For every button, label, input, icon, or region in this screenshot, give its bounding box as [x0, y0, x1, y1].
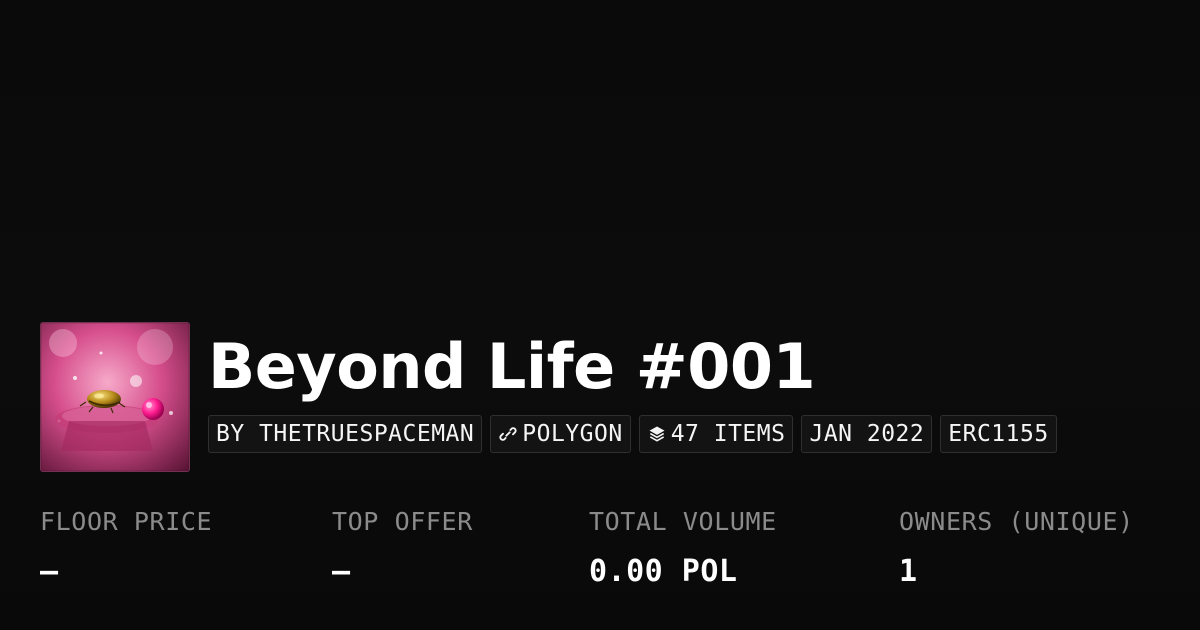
chain-label: POLYGON	[522, 421, 623, 447]
stat-total-volume-value: 0.00 POL	[589, 554, 738, 589]
date-label: JAN 2022	[809, 421, 925, 447]
stat-floor-price-value: –	[40, 554, 59, 589]
stat-owners-label: OWNERS (UNIQUE)	[899, 507, 1134, 536]
items-chip: 47 ITEMS	[638, 415, 794, 453]
collection-header-text: Beyond Life #001 BY THETRUESPACEMAN POLY…	[208, 322, 1057, 453]
date-chip: JAN 2022	[801, 415, 933, 453]
standard-label: ERC1155	[948, 421, 1049, 447]
polygon-link-icon	[498, 424, 518, 444]
collection-title: Beyond Life #001	[208, 330, 816, 403]
stat-total-volume: TOTAL VOLUME 0.00 POL	[589, 505, 777, 589]
collection-header: Beyond Life #001 BY THETRUESPACEMAN POLY…	[40, 322, 1057, 472]
items-label: 47 ITEMS	[670, 421, 786, 447]
standard-chip: ERC1155	[940, 415, 1057, 453]
creator-chip[interactable]: BY THETRUESPACEMAN	[208, 415, 483, 453]
page-background: Beyond Life #001 BY THETRUESPACEMAN POLY…	[0, 0, 1200, 630]
collection-thumbnail-art	[41, 323, 189, 471]
layers-icon	[647, 424, 667, 444]
collection-meta-row: BY THETRUESPACEMAN POLYGON 47 ITEMS JAN …	[208, 415, 1057, 453]
stat-top-offer-label: TOP OFFER	[332, 507, 473, 536]
stat-owners: OWNERS (UNIQUE) 1	[899, 505, 1134, 589]
stat-top-offer-value: –	[332, 554, 351, 589]
collection-thumbnail	[40, 322, 190, 472]
stat-top-offer: TOP OFFER –	[332, 505, 473, 589]
stat-floor-price: FLOOR PRICE –	[40, 505, 212, 589]
stat-floor-price-label: FLOOR PRICE	[40, 507, 213, 536]
stat-total-volume-label: TOTAL VOLUME	[589, 507, 777, 536]
stat-owners-value: 1	[899, 554, 918, 589]
creator-label: BY THETRUESPACEMAN	[216, 421, 475, 447]
chain-chip[interactable]: POLYGON	[490, 415, 631, 453]
